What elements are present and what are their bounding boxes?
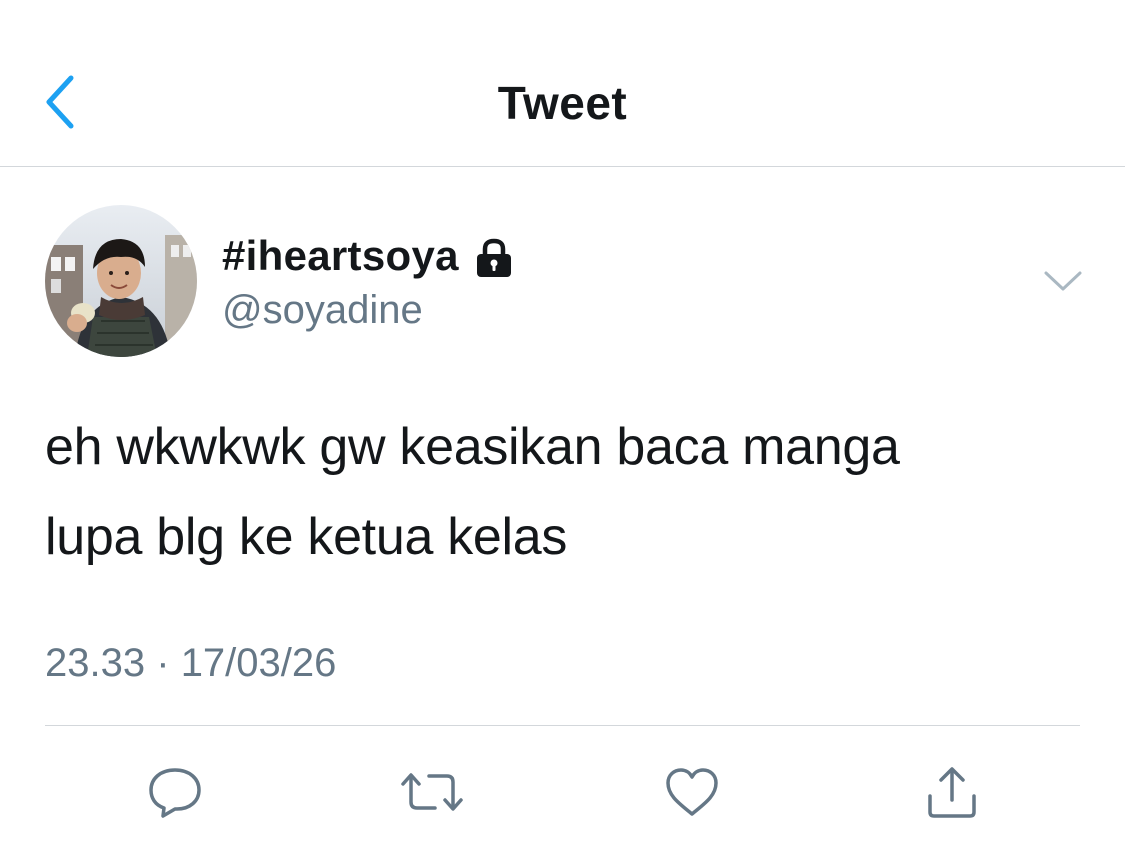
reply-button[interactable] xyxy=(140,760,210,824)
tweet-time: 23.33 xyxy=(45,641,146,685)
retweet-icon xyxy=(401,773,463,811)
tweet-timestamp: 23.33 · 17/03/26 xyxy=(45,636,336,690)
reply-icon xyxy=(149,768,201,818)
chevron-down-icon xyxy=(1044,271,1082,291)
retweet-button[interactable] xyxy=(397,760,467,824)
top-nav-bar: Tweet xyxy=(0,0,1125,167)
tweet-date: 17/03/26 xyxy=(180,641,337,685)
heart-icon xyxy=(666,768,718,816)
tweet-text-line: lupa blg ke ketua kelas xyxy=(45,508,568,566)
tweet-text: eh wkwkwk gw keasikan baca manga lupa bl… xyxy=(45,402,1085,582)
timestamp-separator: · xyxy=(156,641,170,685)
tweet-text-line: eh wkwkwk gw keasikan baca manga xyxy=(45,418,900,476)
avatar[interactable] xyxy=(45,205,197,357)
like-button[interactable] xyxy=(657,760,727,824)
share-icon xyxy=(928,767,976,818)
display-name[interactable]: #iheartsoya xyxy=(222,228,459,284)
page-title: Tweet xyxy=(497,77,628,129)
share-button[interactable] xyxy=(917,760,987,824)
divider xyxy=(45,725,1080,726)
display-name-row[interactable]: #iheartsoya xyxy=(222,226,515,286)
lock-icon xyxy=(476,238,511,277)
more-options-button[interactable] xyxy=(1038,258,1088,304)
avatar-image xyxy=(45,205,197,357)
user-handle[interactable]: @soyadine xyxy=(222,284,423,336)
